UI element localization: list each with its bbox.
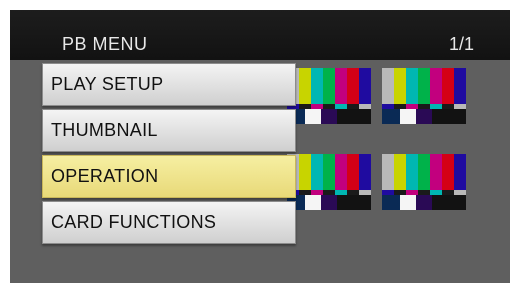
menu-item-label: CARD FUNCTIONS: [51, 212, 217, 232]
thumbnail-3[interactable]: [287, 154, 371, 210]
pb-menu-list: PLAY SETUP THUMBNAIL OPERATION CARD FUNC…: [42, 63, 296, 247]
menu-item-card-functions[interactable]: CARD FUNCTIONS: [42, 201, 296, 244]
menu-item-thumbnail[interactable]: THUMBNAIL: [42, 109, 296, 152]
menu-title: PB MENU: [62, 34, 148, 54]
menu-item-label: PLAY SETUP: [51, 74, 164, 94]
thumbnail-2[interactable]: [382, 68, 466, 124]
page-indicator: 1/1: [448, 34, 474, 54]
thumbnail-1[interactable]: [287, 68, 371, 124]
menu-item-label: OPERATION: [51, 166, 159, 186]
menu-item-play-setup[interactable]: PLAY SETUP: [42, 63, 296, 106]
thumbnail-4[interactable]: [382, 154, 466, 210]
menu-header: PB MENU 1/1: [10, 10, 510, 60]
menu-item-operation[interactable]: OPERATION: [42, 155, 296, 198]
playback-screen: PB MENU 1/1 PLAY SETUP THUMBNAIL OPERATI…: [10, 10, 510, 283]
menu-item-label: THUMBNAIL: [51, 120, 158, 140]
